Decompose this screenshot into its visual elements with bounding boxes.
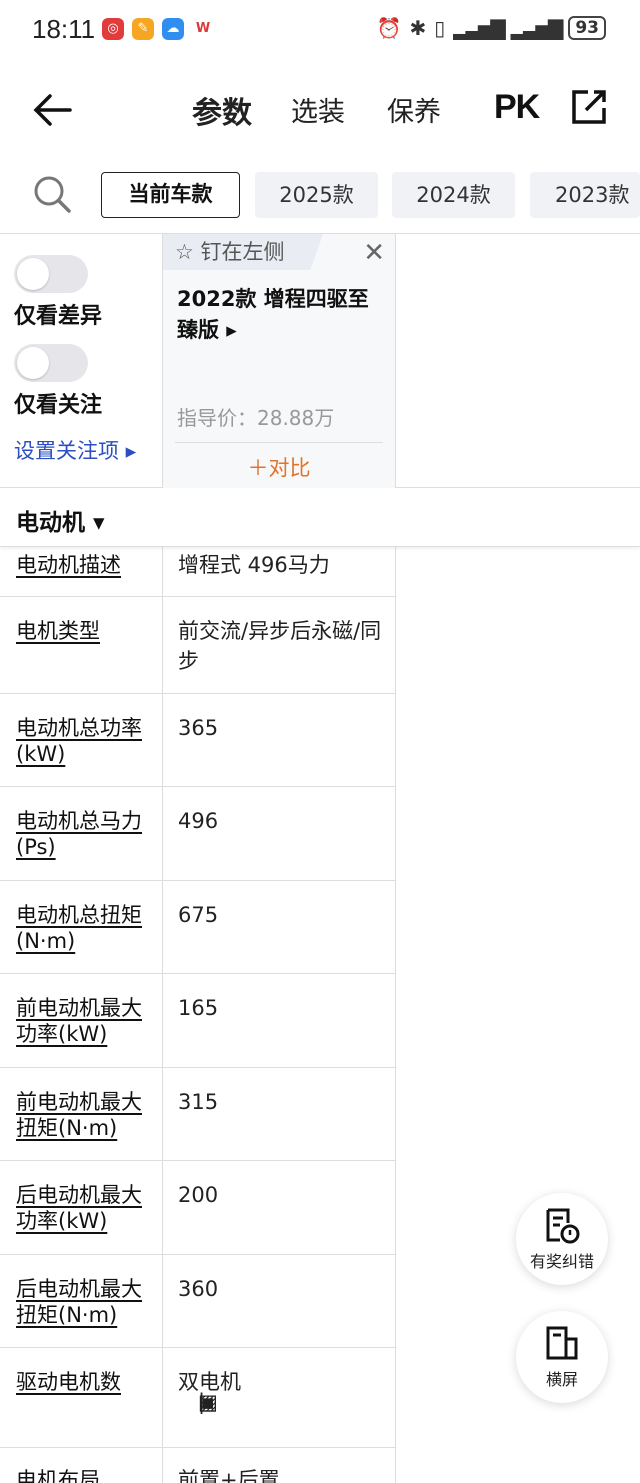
spec-label[interactable]: 电机布局 bbox=[16, 1467, 151, 1483]
pk-button[interactable]: PK bbox=[494, 88, 540, 127]
spec-value: 200 bbox=[178, 1183, 219, 1207]
rotate-screen-icon bbox=[546, 1326, 578, 1360]
pin-icon: ☆ bbox=[175, 240, 201, 264]
spec-label[interactable]: 电机类型 bbox=[16, 618, 151, 644]
only-follow-toggle[interactable] bbox=[14, 344, 88, 382]
landscape-button[interactable]: 横屏 bbox=[516, 1311, 608, 1403]
landscape-label: 横屏 bbox=[545, 1370, 578, 1389]
app-notification-icon: ☁ bbox=[162, 18, 184, 40]
table-row: 电动机总扭矩(N·m) 675 bbox=[0, 881, 396, 974]
app-notification-icon: ✎ bbox=[132, 18, 154, 40]
battery-indicator: 93 bbox=[568, 16, 606, 40]
status-bar: 18:11 ◎ ✎ ☁ W ⏰ ✱ ▯ ▂▃▅▇ ▂▃▅▇ 93 bbox=[0, 0, 640, 62]
spec-value: 360 bbox=[178, 1277, 219, 1301]
close-icon[interactable]: ✕ bbox=[363, 238, 385, 268]
table-row: 驱动电机数 双电机 ▣ | ▨ bbox=[0, 1348, 396, 1448]
signal-icon: ▂▃▅▇ bbox=[510, 16, 564, 40]
pin-label: 钉在左侧 bbox=[200, 240, 285, 264]
spec-label[interactable]: 前电动机最大扭矩(N·m) bbox=[16, 1089, 156, 1141]
car-model-name[interactable]: 2022款 增程四驱至臻版 ▸ bbox=[177, 284, 387, 346]
car-card: ☆ 钉在左侧 ✕ 2022款 增程四驱至臻版 ▸ 指导价：28.88万 ＋对比 bbox=[163, 234, 396, 488]
table-row: 前电动机最大扭矩(N·m) 315 bbox=[0, 1068, 396, 1161]
spec-label[interactable]: 电动机总马力(Ps) bbox=[16, 808, 151, 860]
only-follow-label: 仅看关注 bbox=[14, 393, 103, 418]
share-icon[interactable] bbox=[570, 88, 608, 126]
table-row: 后电动机最大扭矩(N·m) 360 bbox=[0, 1255, 396, 1348]
spec-value: 496 bbox=[178, 809, 219, 833]
app-notification-icon: ◎ bbox=[102, 18, 124, 40]
app-notification-icon: W bbox=[192, 18, 214, 40]
year-chip-2023[interactable]: 2023款 bbox=[530, 172, 640, 218]
spec-label[interactable]: 电动机总扭矩(N·m) bbox=[16, 902, 151, 954]
status-app-icons: ◎ ✎ ☁ W bbox=[102, 18, 214, 40]
year-chip-current[interactable]: 当前车款 bbox=[101, 172, 240, 218]
table-row: 电动机总功率(kW) 365 bbox=[0, 694, 396, 787]
year-filter-bar: 当前车款 2025款 2024款 2023款 bbox=[0, 170, 640, 222]
spec-label[interactable]: 电动机描述 bbox=[16, 552, 151, 578]
guide-price: 指导价：28.88万 bbox=[177, 406, 335, 430]
tab-maintenance[interactable]: 保养 bbox=[387, 90, 441, 129]
top-nav: 参数 选装 保养 PK bbox=[0, 72, 640, 152]
tab-params[interactable]: 参数 bbox=[192, 88, 252, 132]
year-chip-2024[interactable]: 2024款 bbox=[392, 172, 515, 218]
pin-left-button[interactable]: ☆ 钉在左侧 bbox=[163, 234, 323, 270]
spec-value: 增程式 496马力 bbox=[178, 553, 330, 577]
picture-icon[interactable]: ▨ bbox=[198, 1387, 408, 1417]
section-header-motor[interactable]: 电动机 ▾ bbox=[0, 489, 640, 547]
table-row: 前电动机最大功率(kW) 165 bbox=[0, 974, 396, 1068]
spec-value: 165 bbox=[178, 996, 219, 1020]
section-title: 电动机 ▾ bbox=[16, 510, 105, 536]
alarm-icon: ⏰ bbox=[376, 16, 402, 40]
spec-label[interactable]: 前电动机最大功率(kW) bbox=[16, 995, 151, 1047]
search-icon[interactable] bbox=[32, 174, 72, 214]
only-diff-label: 仅看差异 bbox=[14, 304, 103, 329]
spec-value: 365 bbox=[178, 716, 219, 740]
table-row: 电机类型 前交流/异步后永磁/同步 bbox=[0, 597, 396, 694]
year-chip-2025[interactable]: 2025款 bbox=[255, 172, 378, 218]
spec-label[interactable]: 后电动机最大功率(kW) bbox=[16, 1182, 151, 1234]
report-error-icon bbox=[546, 1208, 580, 1244]
signal-icon: ▂▃▅▇ bbox=[453, 16, 506, 40]
set-follow-link[interactable]: 设置关注项 ▸ bbox=[14, 435, 136, 465]
only-diff-toggle[interactable] bbox=[14, 255, 88, 293]
spec-value: 315 bbox=[178, 1090, 219, 1114]
spec-value: 前交流/异步后永磁/同步 bbox=[178, 619, 382, 673]
spec-value: 前置+后置 bbox=[178, 1468, 280, 1483]
compare-header: 仅看差异 仅看关注 设置关注项 ▸ ☆ 钉在左侧 ✕ 2022款 增程四驱至臻版… bbox=[0, 233, 640, 488]
table-row: 后电动机最大功率(kW) 200 bbox=[0, 1161, 396, 1255]
table-row: 电动机总马力(Ps) 496 bbox=[0, 787, 396, 881]
report-error-label: 有奖纠错 bbox=[529, 1252, 594, 1271]
spec-value: 675 bbox=[178, 903, 219, 927]
filter-panel: 仅看差异 仅看关注 设置关注项 ▸ bbox=[0, 234, 163, 488]
status-time: 18:11 bbox=[32, 14, 96, 44]
bluetooth-icon: ✱ bbox=[409, 16, 427, 40]
add-compare-button[interactable]: ＋对比 bbox=[175, 442, 383, 482]
spec-label[interactable]: 后电动机最大扭矩(N·m) bbox=[16, 1276, 156, 1328]
vibrate-icon: ▯ bbox=[434, 16, 446, 40]
status-indicators: ⏰ ✱ ▯ ▂▃▅▇ ▂▃▅▇ 93 bbox=[377, 16, 606, 40]
tab-options[interactable]: 选装 bbox=[291, 90, 345, 129]
report-error-button[interactable]: 有奖纠错 bbox=[516, 1193, 608, 1285]
spec-label[interactable]: 电动机总功率(kW) bbox=[16, 715, 151, 767]
table-row: 电机布局 前置+后置 bbox=[0, 1448, 396, 1483]
back-arrow-icon[interactable] bbox=[30, 90, 74, 130]
spec-label[interactable]: 驱动电机数 bbox=[16, 1369, 151, 1395]
